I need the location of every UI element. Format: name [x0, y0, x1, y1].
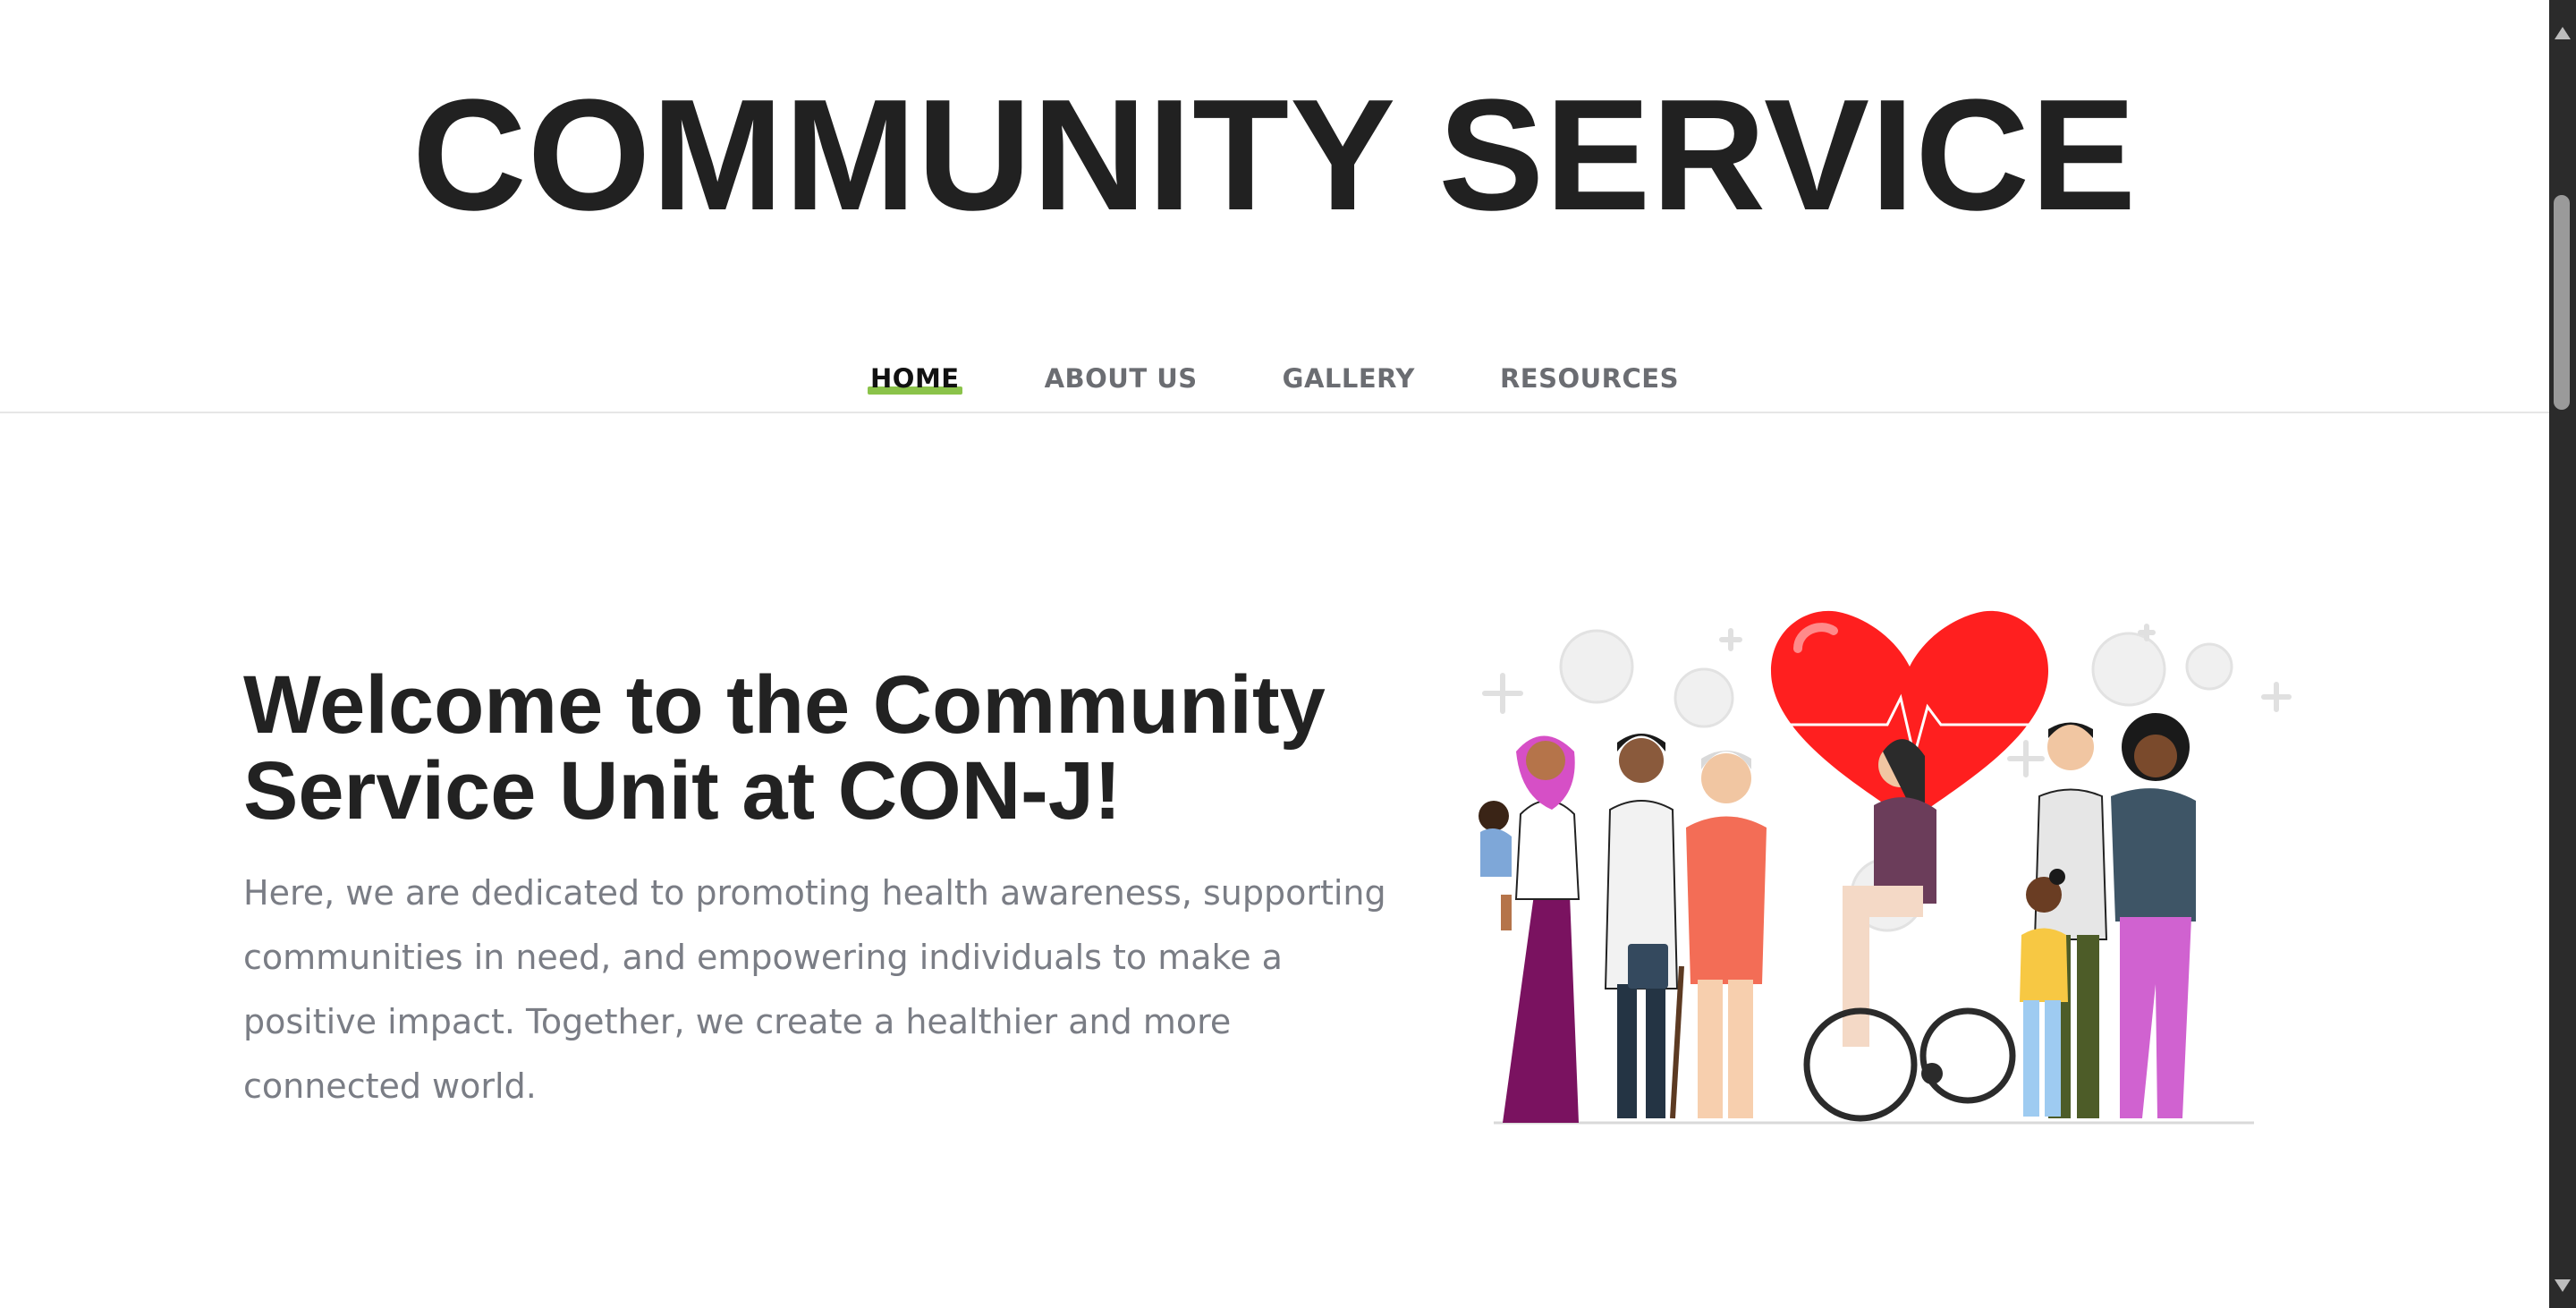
woman-right [2111, 713, 2196, 1118]
doctor [1604, 734, 1679, 1118]
scroll-up-arrow-icon[interactable] [2555, 27, 2571, 39]
community-health-illustration [1479, 610, 2292, 1125]
hero-description: Here, we are dedicated to promoting heal… [243, 873, 1386, 1106]
nav-gallery[interactable]: GALLERY [1283, 358, 1415, 399]
nav-about-us[interactable]: ABOUT US [1045, 358, 1198, 399]
nav-resources[interactable]: RESOURCES [1500, 358, 1679, 399]
hero-heading: Welcome to the Community Service Unit at… [243, 659, 1326, 837]
nav-home[interactable]: HOME [868, 358, 962, 399]
woman-in-wheelchair [1803, 739, 2016, 1122]
main-nav: HOME ABOUT US GALLERY RESOURCES [0, 358, 2549, 413]
scroll-down-arrow-icon[interactable] [2555, 1279, 2571, 1292]
site-title: COMMUNITY SERVICE [411, 66, 2138, 243]
vertical-scrollbar[interactable] [2549, 0, 2576, 1308]
scroll-thumb[interactable] [2554, 195, 2570, 410]
elderly-woman [1670, 751, 1767, 1119]
nav-resources-label: RESOURCES [1499, 363, 1679, 394]
nav-gallery-label: GALLERY [1282, 363, 1415, 394]
nav-home-label: HOME [870, 363, 960, 394]
woman-with-baby [1479, 735, 1580, 1123]
nav-about-us-label: ABOUT US [1044, 363, 1198, 394]
